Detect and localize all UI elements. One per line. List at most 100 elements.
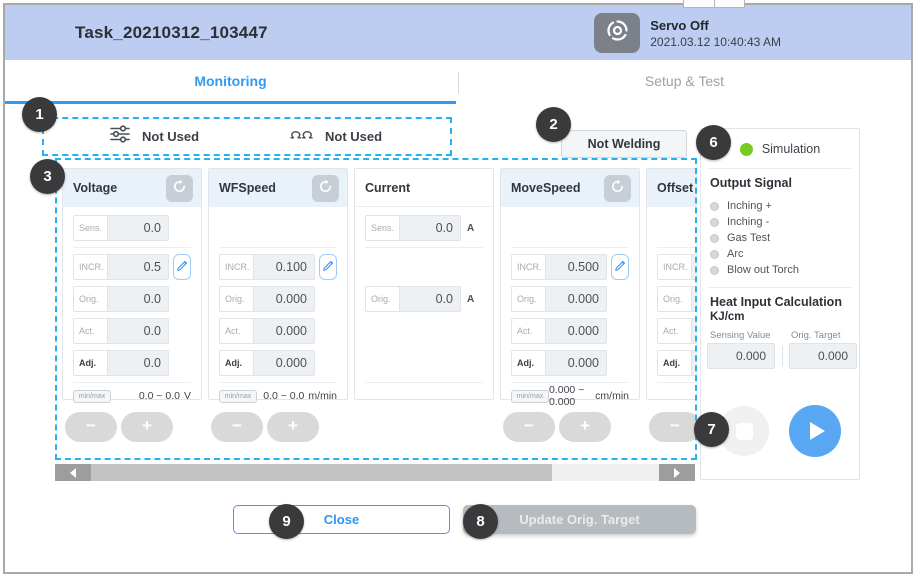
- current-sens-unit: A: [467, 215, 474, 241]
- current-sens-value[interactable]: 0.0: [399, 215, 461, 241]
- divider: [709, 287, 851, 288]
- servo-logo-button[interactable]: [594, 13, 640, 53]
- close-button[interactable]: Close: [233, 505, 450, 534]
- divider: [511, 382, 629, 383]
- signal-inching-plus[interactable]: Inching +: [710, 199, 772, 213]
- field-label: Orig.: [73, 286, 107, 312]
- wfspeed-reset-button[interactable]: [312, 175, 339, 202]
- callout-1: 1: [22, 97, 57, 132]
- movespeed-card: MoveSpeed INCR. 0.500: [500, 168, 640, 400]
- stop-icon: [736, 423, 753, 440]
- wfspeed-unit: m/min: [308, 390, 337, 402]
- movespeed-decrement-button[interactable]: −: [503, 412, 555, 442]
- wfspeed-card-title: WFSpeed: [219, 181, 276, 195]
- play-button[interactable]: [789, 405, 841, 457]
- movespeed-orig-value[interactable]: 0.000: [545, 286, 607, 312]
- title-bar: Task_20210312_103447 Servo Off 2: [5, 5, 911, 60]
- offset-y-decrement-button[interactable]: −: [649, 412, 697, 442]
- movespeed-increment-button[interactable]: +: [559, 412, 611, 442]
- wfspeed-increment-button[interactable]: +: [267, 412, 319, 442]
- current-orig-unit: A: [467, 286, 474, 312]
- divider: [657, 382, 697, 383]
- voltage-orig-value[interactable]: 0.0: [107, 286, 169, 312]
- cards-horizontal-scrollbar[interactable]: [55, 464, 695, 481]
- movespeed-adj-value[interactable]: 0.000: [545, 350, 607, 376]
- tab-bar: Monitoring Setup & Test: [5, 60, 911, 105]
- voltage-adj-row: Adj. 0.0: [73, 350, 191, 376]
- field-label: Act.: [511, 318, 545, 344]
- offset-y-adj-value[interactable]: [691, 350, 697, 376]
- wfspeed-orig-value[interactable]: 0.000: [253, 286, 315, 312]
- movespeed-minmax-row: min/max 0.000 ~ 0.000cm/min: [511, 389, 629, 403]
- servo-status-group: Servo Off 2021.03.12 10:40:43 AM: [594, 13, 781, 53]
- signal-blow-out-torch[interactable]: Blow out Torch: [710, 263, 799, 277]
- voltage-reset-button[interactable]: [166, 175, 193, 202]
- sensing-value-field[interactable]: 0.000: [707, 343, 775, 369]
- annotation-box-status-row: Not Used Not Used: [42, 117, 452, 156]
- orig-target-field[interactable]: 0.000: [789, 343, 857, 369]
- scroll-left-button[interactable]: [55, 464, 91, 481]
- callout-9: 9: [269, 504, 304, 539]
- edit-pencil-icon: [176, 260, 188, 275]
- field-label: Adj.: [657, 350, 691, 376]
- not-welding-button[interactable]: Not Welding: [561, 130, 687, 158]
- voltage-sens-value[interactable]: 0.0: [107, 215, 169, 241]
- wfspeed-edit-pencil-button[interactable]: [319, 254, 337, 280]
- servo-status-label: Servo Off: [650, 18, 781, 33]
- movespeed-unit: cm/min: [595, 390, 629, 402]
- tab-monitoring[interactable]: Monitoring: [5, 60, 456, 102]
- field-label: Act.: [73, 318, 107, 344]
- reset-icon: [318, 179, 333, 197]
- tracking-status-group: Not Used: [290, 119, 382, 154]
- movespeed-act-value[interactable]: 0.000: [545, 318, 607, 344]
- wfspeed-adj-value[interactable]: 0.000: [253, 350, 315, 376]
- scroll-left-icon: [70, 468, 76, 478]
- voltage-edit-pencil-button[interactable]: [173, 254, 191, 280]
- voltage-minmax-value: 0.0 ~ 0.0: [139, 390, 180, 402]
- offset-y-orig-value[interactable]: [691, 286, 697, 312]
- movespeed-incr-value[interactable]: 0.500: [545, 254, 607, 280]
- voltage-decrement-button[interactable]: −: [65, 412, 117, 442]
- minmax-tag: min/max: [219, 390, 257, 403]
- divider: [365, 382, 483, 383]
- voltage-incr-value[interactable]: 0.5: [107, 254, 169, 280]
- movespeed-reset-button[interactable]: [604, 175, 631, 202]
- wfspeed-act-value[interactable]: 0.000: [253, 318, 315, 344]
- field-label: Orig.: [219, 286, 253, 312]
- wfspeed-incr-value[interactable]: 0.100: [253, 254, 315, 280]
- voltage-unit: V: [184, 390, 191, 402]
- voltage-act-value[interactable]: 0.0: [107, 318, 169, 344]
- signal-gas-test[interactable]: Gas Test: [710, 231, 770, 245]
- output-signal-title: Output Signal: [710, 176, 792, 190]
- wfspeed-minmax-row: min/max 0.0 ~ 0.0 m/min: [219, 389, 337, 403]
- servo-logo-icon: [604, 17, 631, 49]
- divider: [657, 247, 697, 248]
- scrollbar-thumb[interactable]: [91, 464, 552, 481]
- wfspeed-minmax-value: 0.0 ~ 0.0: [263, 390, 304, 402]
- wfspeed-decrement-button[interactable]: −: [211, 412, 263, 442]
- callout-2: 2: [536, 107, 571, 142]
- callout-6: 6: [696, 125, 731, 160]
- movespeed-orig-row: Orig. 0.000: [511, 286, 629, 312]
- signal-dot-icon: [710, 202, 719, 211]
- movespeed-minmax-value: 0.000 ~ 0.000: [549, 384, 591, 408]
- voltage-act-row: Act. 0.0: [73, 318, 191, 344]
- simulation-dot-icon: [740, 143, 753, 156]
- tab-divider: [458, 72, 459, 94]
- offset-y-orig-row: Orig.: [657, 286, 697, 312]
- signal-inching-minus[interactable]: Inching -: [710, 215, 769, 229]
- movespeed-edit-pencil-button[interactable]: [611, 254, 629, 280]
- offset-y-incr-value[interactable]: [691, 254, 697, 280]
- voltage-adj-value[interactable]: 0.0: [107, 350, 169, 376]
- wfspeed-adj-row: Adj. 0.000: [219, 350, 337, 376]
- voltage-increment-button[interactable]: +: [121, 412, 173, 442]
- offset-y-act-value[interactable]: [691, 318, 697, 344]
- divider: [219, 382, 337, 383]
- tab-setup-and-test[interactable]: Setup & Test: [458, 60, 911, 102]
- current-orig-value[interactable]: 0.0: [399, 286, 461, 312]
- movespeed-adj-row: Adj. 0.000: [511, 350, 629, 376]
- scroll-right-button[interactable]: [659, 464, 695, 481]
- active-tab-underline: [5, 101, 456, 104]
- weaving-status-label: Not Used: [142, 129, 199, 144]
- signal-arc[interactable]: Arc: [710, 247, 744, 261]
